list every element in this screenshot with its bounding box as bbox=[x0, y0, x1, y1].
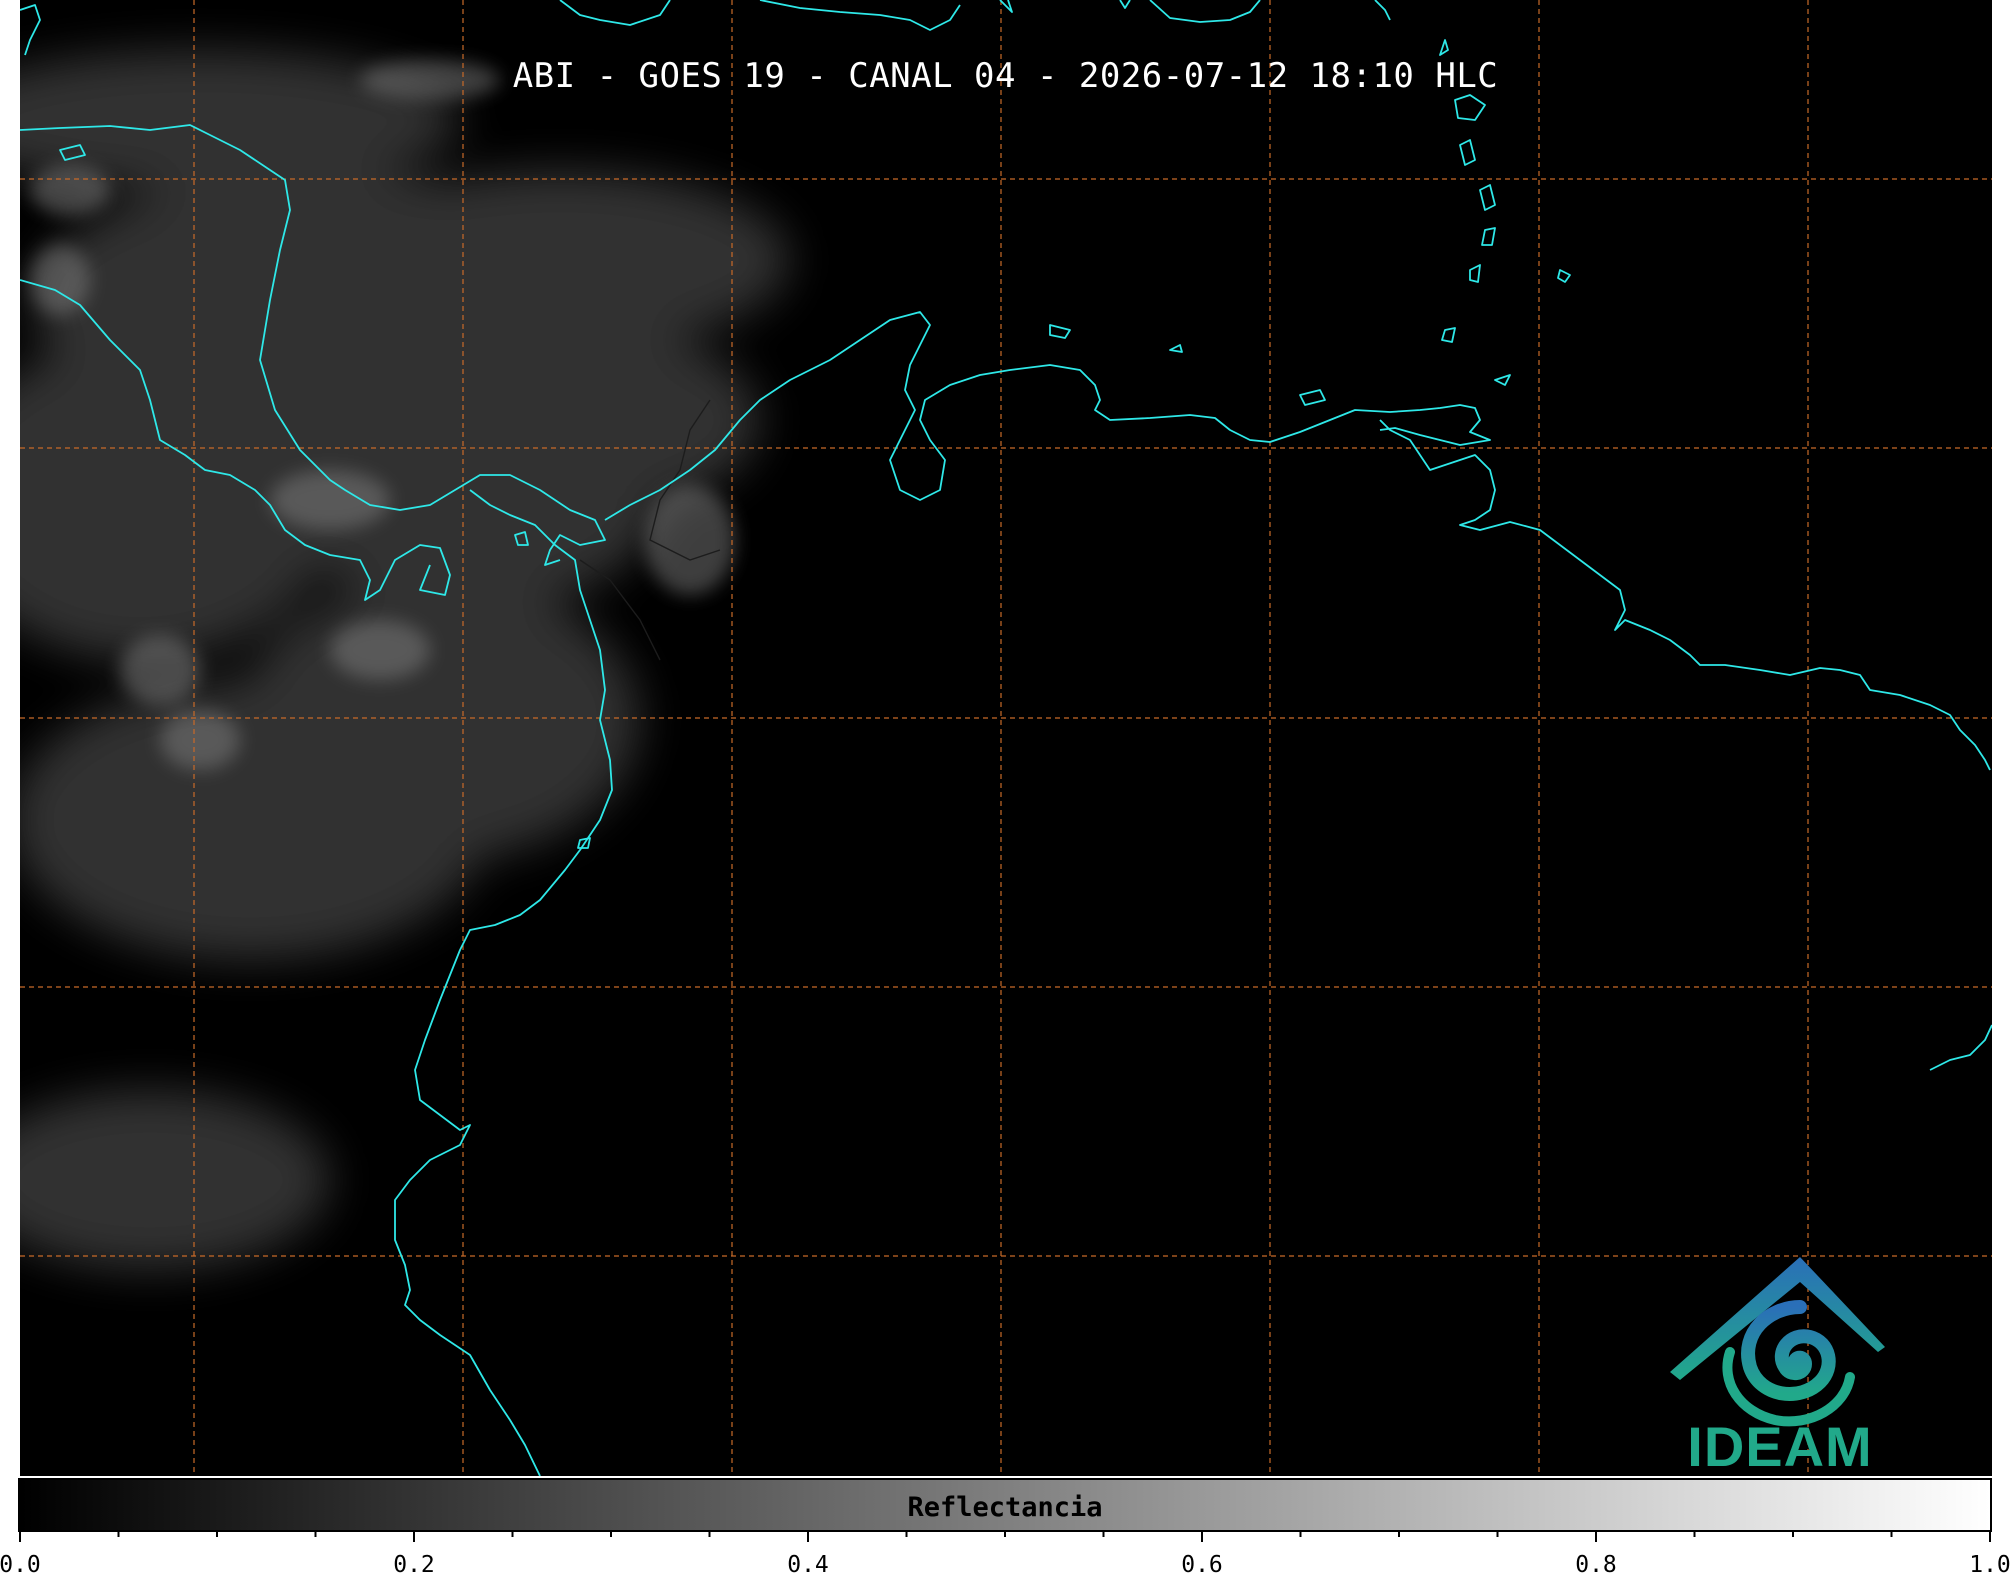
colorbar-tick-label: 0.0 bbox=[0, 1552, 41, 1578]
colorbar: Reflectancia bbox=[18, 1478, 1992, 1532]
colorbar-tick-marks bbox=[19, 1530, 1991, 1542]
colorbar-label: Reflectancia bbox=[907, 1492, 1103, 1523]
colorbar-tick-label: 0.6 bbox=[1181, 1552, 1223, 1578]
map-title: ABI - GOES 19 - CANAL 04 - 2026-07-12 18… bbox=[512, 56, 1499, 96]
ideam-logo-text: IDEAM bbox=[1687, 1415, 1873, 1478]
colorbar-tick-label: 0.4 bbox=[787, 1552, 829, 1578]
colorbar-tick-label: 0.8 bbox=[1575, 1552, 1617, 1578]
cloud-imagery bbox=[20, 50, 790, 1270]
colorbar-tick-label: 0.2 bbox=[393, 1552, 435, 1578]
colorbar-tick-label: 1.0 bbox=[1969, 1552, 2011, 1578]
